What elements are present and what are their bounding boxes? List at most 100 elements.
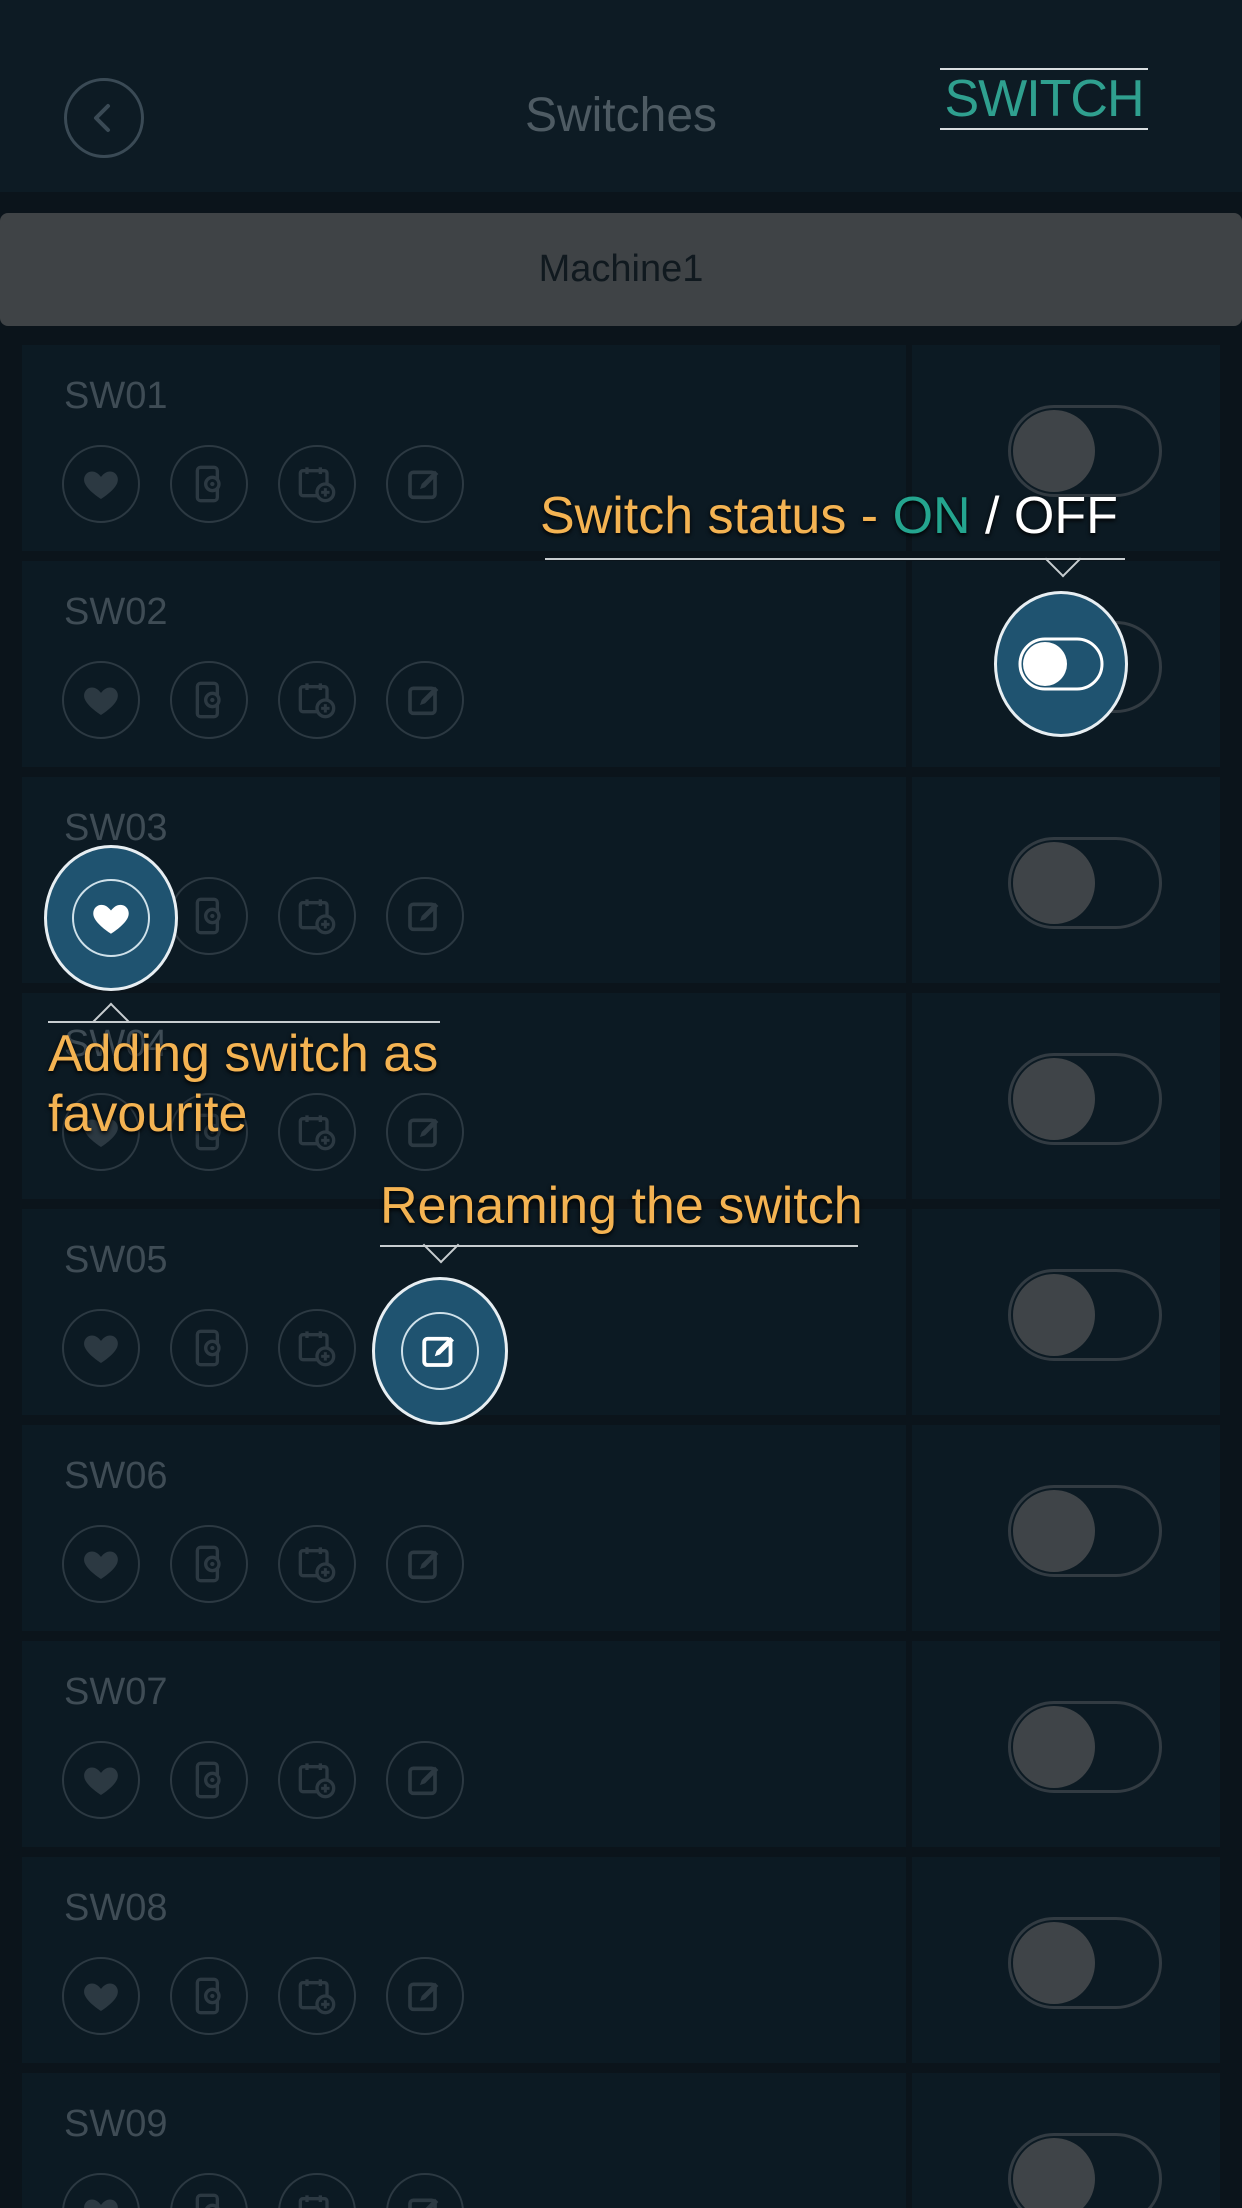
- schedule-button[interactable]: [278, 445, 356, 523]
- mobile-settings-icon: [195, 2193, 220, 2208]
- device-settings-button[interactable]: [170, 1957, 248, 2035]
- switch-row-toggle-cell: [912, 1425, 1220, 1631]
- schedule-button[interactable]: [278, 661, 356, 739]
- edit-icon: [408, 902, 439, 932]
- switch-actions: [62, 2173, 464, 2208]
- heart-icon: [84, 1983, 118, 2011]
- schedule-button[interactable]: [278, 1525, 356, 1603]
- favourite-callout-line2: favourite: [48, 1085, 248, 1143]
- favourite-highlight: [44, 845, 178, 991]
- mobile-settings-icon: [195, 1545, 221, 1583]
- edit-icon: [408, 686, 439, 716]
- favourite-button[interactable]: [62, 2173, 140, 2208]
- schedule-button[interactable]: [278, 1957, 356, 2035]
- switch-row-toggle-cell: [912, 777, 1220, 983]
- favourite-button[interactable]: [62, 661, 140, 739]
- rename-button[interactable]: [386, 877, 464, 955]
- rename-highlight: [372, 1277, 508, 1425]
- rename-button[interactable]: [386, 1741, 464, 1819]
- switch-toggle[interactable]: [1008, 1269, 1162, 1361]
- toggle-knob: [1013, 410, 1095, 492]
- switch-actions: [62, 445, 464, 523]
- switch-row-toggle-cell: [912, 1641, 1220, 1847]
- switch-row-info: SW09: [22, 2073, 906, 2208]
- favourite-callout-line: [48, 1021, 440, 1023]
- favourite-callout-line1: Adding switch as: [48, 1025, 439, 1083]
- favourite-button[interactable]: [62, 1525, 140, 1603]
- mobile-settings-icon: [195, 681, 221, 719]
- switch-row: SW06: [22, 1425, 1220, 1641]
- callout-status-on: ON: [892, 487, 971, 545]
- calendar-add-icon: [298, 899, 336, 935]
- switch-name: SW06: [64, 1455, 168, 1497]
- switch-toggle[interactable]: [1008, 837, 1162, 929]
- switch-toggle[interactable]: [1008, 1701, 1162, 1793]
- schedule-button[interactable]: [278, 877, 356, 955]
- mobile-settings-icon: [195, 1761, 221, 1799]
- schedule-button[interactable]: [278, 1741, 356, 1819]
- switch-actions: [62, 1957, 464, 2035]
- schedule-button[interactable]: [278, 2173, 356, 2208]
- edit-icon: [408, 1982, 439, 2012]
- switch-row-info: SW07: [22, 1641, 906, 1847]
- switch-toggle[interactable]: [1008, 1917, 1162, 2009]
- device-settings-button[interactable]: [170, 1525, 248, 1603]
- switch-row-toggle-cell: [912, 1857, 1220, 2063]
- calendar-add-icon: [298, 2195, 329, 2208]
- edit-icon: [408, 470, 439, 500]
- rename-button[interactable]: [386, 2173, 464, 2208]
- favourite-button[interactable]: [62, 1309, 140, 1387]
- device-settings-button[interactable]: [170, 1309, 248, 1387]
- switch-toggle[interactable]: [1008, 405, 1162, 497]
- callout-status-off: OFF: [1013, 487, 1118, 545]
- switch-name: SW01: [64, 375, 168, 417]
- app-header: Switches SWITCH: [0, 0, 1242, 192]
- switch-row-info: SW02: [22, 561, 906, 767]
- rename-button[interactable]: [386, 661, 464, 739]
- mobile-settings-icon: [195, 1329, 221, 1367]
- calendar-add-icon: [298, 683, 336, 719]
- edit-icon: [408, 2198, 439, 2208]
- switch-actions: [62, 1525, 464, 1603]
- rename-button[interactable]: [386, 1525, 464, 1603]
- calendar-add-icon: [298, 1331, 336, 1367]
- calendar-add-icon: [298, 1979, 336, 2015]
- switch-row-info: SW08: [22, 1857, 906, 2063]
- device-settings-button[interactable]: [170, 661, 248, 739]
- callout-status-prefix: Switch status -: [540, 487, 893, 545]
- switch-row: SW08: [22, 1857, 1220, 2073]
- switch-name: SW07: [64, 1671, 168, 1713]
- heart-icon: [84, 687, 118, 715]
- heart-icon: [84, 1551, 118, 1579]
- schedule-button[interactable]: [278, 1309, 356, 1387]
- device-settings-button[interactable]: [170, 2173, 248, 2208]
- switch-actions: [62, 661, 464, 739]
- switch-tab-link[interactable]: SWITCH: [940, 68, 1148, 130]
- switch-toggle[interactable]: [1008, 2133, 1162, 2208]
- switch-row: SW09: [22, 2073, 1220, 2208]
- calendar-add-icon: [298, 1547, 336, 1583]
- toggle-knob: [1013, 2138, 1095, 2208]
- switch-row: SW07: [22, 1641, 1220, 1857]
- favourite-button[interactable]: [62, 1741, 140, 1819]
- switch-toggle[interactable]: [1008, 1485, 1162, 1577]
- favourite-button[interactable]: [62, 1957, 140, 2035]
- device-settings-button[interactable]: [170, 1741, 248, 1819]
- switch-row-info: SW06: [22, 1425, 906, 1631]
- switch-row: SW05: [22, 1209, 1220, 1425]
- heart-icon: [93, 904, 129, 934]
- toggle-knob: [1013, 1706, 1095, 1788]
- mobile-settings-icon: [195, 897, 221, 935]
- switch-toggle[interactable]: [1008, 1053, 1162, 1145]
- rename-button[interactable]: [386, 1957, 464, 2035]
- rename-callout: Renaming the switch: [380, 1177, 863, 1235]
- heart-icon: [84, 2199, 118, 2208]
- machine-tab[interactable]: Machine1: [0, 213, 1242, 326]
- heart-icon: [84, 1335, 118, 1363]
- switch-name: SW08: [64, 1887, 168, 1929]
- rename-button[interactable]: [386, 445, 464, 523]
- device-settings-button[interactable]: [170, 877, 248, 955]
- toggle-knob: [1013, 1922, 1095, 2004]
- device-settings-button[interactable]: [170, 445, 248, 523]
- favourite-button[interactable]: [62, 445, 140, 523]
